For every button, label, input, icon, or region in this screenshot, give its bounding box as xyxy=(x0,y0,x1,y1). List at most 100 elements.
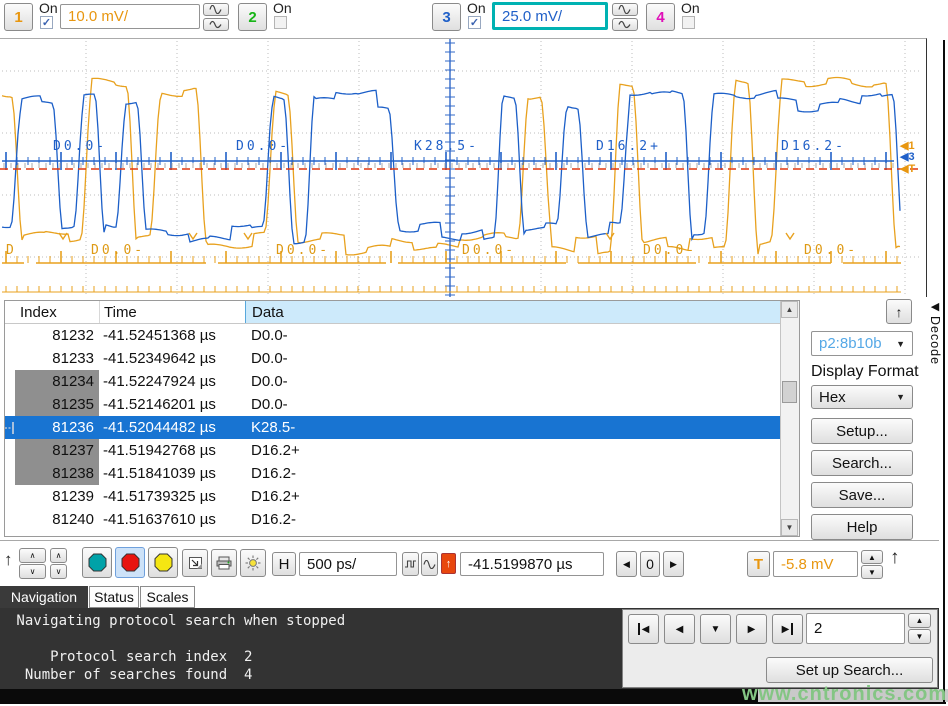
marker-T[interactable]: ◀T xyxy=(900,162,915,175)
stop-button[interactable] xyxy=(115,547,145,578)
window-right-border xyxy=(943,40,945,704)
setup-button[interactable]: Setup... xyxy=(811,418,913,444)
table-row[interactable]: 81237-41.51942768 µsD16.2+ xyxy=(5,439,783,462)
timebase-field[interactable]: 500 ps/ xyxy=(299,552,397,576)
table-row[interactable]: 81240-41.51637610 µsD16.2- xyxy=(5,508,783,531)
tab-status[interactable]: Status xyxy=(89,586,139,608)
cell-data: D16.2+ xyxy=(245,442,783,459)
nav-previous-icon[interactable]: ◀ xyxy=(664,614,695,644)
level-down-icon[interactable]: ▼ xyxy=(861,565,883,579)
search-button[interactable]: Search... xyxy=(811,450,913,476)
channel-1-scale-field[interactable]: 10.0 mV/ xyxy=(60,4,200,29)
decode-label-orange: D0.0- xyxy=(804,243,858,258)
channel-1-coupling-dc-icon[interactable] xyxy=(203,18,229,31)
channel-3-coupling-dc-icon[interactable] xyxy=(612,18,638,31)
search-index-field[interactable]: 2 xyxy=(806,613,905,644)
nav-last-icon[interactable]: ▶ xyxy=(772,614,803,644)
listing-header: Index Time Data xyxy=(5,301,799,324)
row-marker-icon xyxy=(5,439,15,462)
save-button[interactable]: Save... xyxy=(811,482,913,508)
channel-2-on-label: On xyxy=(273,0,292,16)
brightness-button[interactable] xyxy=(240,549,266,577)
channel-1-button[interactable]: 1 xyxy=(4,3,33,31)
table-row[interactable]: 81232-41.52451368 µsD0.0- xyxy=(5,324,783,347)
decode-tab-arrow-icon: ◀ xyxy=(931,300,939,313)
trigger-position-icon[interactable]: ↑ xyxy=(441,553,456,574)
decode-label-orange: D0.0- xyxy=(91,243,145,258)
trigger-level-field[interactable]: -5.8 mV xyxy=(773,551,858,577)
sine-waveform-icon[interactable] xyxy=(421,552,438,576)
table-row[interactable]: 81234-41.52247924 µsD0.0- xyxy=(5,370,783,393)
channel-2-button[interactable]: 2 xyxy=(238,3,267,31)
listing-body: 81232-41.52451368 µsD0.0-81233-41.523496… xyxy=(5,324,799,531)
channel-1-coupling-ac-icon[interactable] xyxy=(203,3,229,16)
chevron-down-icon: ▼ xyxy=(896,392,905,402)
tab-decode[interactable]: ◀ Decode xyxy=(928,300,942,365)
scale-up-icon[interactable]: ∧ xyxy=(19,548,46,563)
display-format-dropdown[interactable]: Hex ▼ xyxy=(811,385,913,409)
horizontal-position-field[interactable]: -41.5199870 µs xyxy=(460,552,604,576)
offset-up-icon[interactable]: ∧ xyxy=(50,548,67,563)
table-row[interactable]: 81235-41.52146201 µsD0.0- xyxy=(5,393,783,416)
print-button[interactable] xyxy=(211,549,237,577)
channel-3-coupling-buttons xyxy=(612,3,638,33)
collapse-panel-up-icon[interactable]: ↑ xyxy=(886,299,912,324)
search-nav-buttons: ◀◀▼▶▶ xyxy=(628,614,803,644)
cell-data: D0.0- xyxy=(245,350,783,367)
horizontal-button[interactable]: H xyxy=(272,552,296,576)
row-marker-icon xyxy=(5,485,15,508)
column-header-time[interactable]: Time xyxy=(99,301,245,323)
scale-down-icon[interactable]: ∨ xyxy=(19,564,46,579)
scrollbar-thumb[interactable] xyxy=(782,381,797,403)
touch-screen-button[interactable] xyxy=(182,549,208,577)
decode-label-orange: D0.0- xyxy=(462,243,516,258)
decode-label-orange: D0.0- xyxy=(276,243,330,258)
channel-3-on-checkbox[interactable]: ✓ xyxy=(468,16,481,29)
scrollbar-up-icon[interactable]: ▲ xyxy=(781,301,798,318)
table-row[interactable]: 81236-41.52044482 µsK28.5- xyxy=(5,416,783,439)
zoom-waveform-icon[interactable] xyxy=(402,552,419,576)
table-row[interactable]: 81239-41.51739325 µsD16.2+ xyxy=(5,485,783,508)
channel-3-scale-field[interactable]: 25.0 mV/ xyxy=(492,2,608,30)
scrollbar-down-icon[interactable]: ▼ xyxy=(781,519,798,536)
channel-3-button[interactable]: 3 xyxy=(432,3,461,31)
pan-left-icon[interactable]: ◀ xyxy=(616,551,637,577)
run-button[interactable] xyxy=(82,547,112,578)
trigger-slope-rising-icon[interactable]: ↑ xyxy=(890,547,900,569)
decode-panel-buttons: Setup... Search... Save... Help xyxy=(811,418,913,546)
tab-navigation[interactable]: Navigation xyxy=(0,586,88,608)
pan-right-icon[interactable]: ▶ xyxy=(663,551,684,577)
trigger-button[interactable]: T xyxy=(747,551,770,577)
channel-4-on-checkbox[interactable] xyxy=(682,16,695,29)
cell-data: D16.2- xyxy=(245,465,783,482)
waveform-display[interactable]: D0.0-D0.0-K28.5-D16.2+D16.2- DD0.0-D0.0-… xyxy=(0,38,927,297)
navigation-message: Navigating protocol search when stopped … xyxy=(8,612,345,684)
channel-4-button[interactable]: 4 xyxy=(646,3,675,31)
set-up-search-button[interactable]: Set up Search... xyxy=(766,657,933,683)
level-up-icon[interactable]: ▲ xyxy=(861,550,883,564)
bus-selector-dropdown[interactable]: p2:8b10b ▼ xyxy=(811,331,913,356)
single-button[interactable] xyxy=(148,547,178,578)
cell-data: D0.0- xyxy=(245,396,783,413)
cell-index: 81238 xyxy=(15,462,99,485)
index-up-icon[interactable]: ▲ xyxy=(908,613,931,628)
listing-scrollbar[interactable]: ▲ ▼ xyxy=(780,301,799,536)
column-header-data[interactable]: Data xyxy=(245,301,781,323)
help-button[interactable]: Help xyxy=(811,514,913,540)
channel-1-on-checkbox[interactable]: ✓ xyxy=(40,16,53,29)
column-header-index[interactable]: Index xyxy=(15,304,99,321)
cell-time: -41.52349642 µs xyxy=(99,350,245,367)
table-row[interactable]: 81238-41.51841039 µsD16.2- xyxy=(5,462,783,485)
nav-first-icon[interactable]: ◀ xyxy=(628,614,659,644)
row-marker-icon xyxy=(5,416,15,439)
offset-down-icon[interactable]: ∨ xyxy=(50,564,67,579)
channel-3-coupling-ac-icon[interactable] xyxy=(612,3,638,16)
tab-scales[interactable]: Scales xyxy=(140,586,195,608)
channel-2-on-checkbox[interactable] xyxy=(274,16,287,29)
table-row[interactable]: 81233-41.52349642 µsD0.0- xyxy=(5,347,783,370)
center-zero-button[interactable]: 0 xyxy=(640,551,660,577)
watermark: www.cntronics.com xyxy=(742,683,947,706)
index-down-icon[interactable]: ▼ xyxy=(908,629,931,644)
nav-next-icon[interactable]: ▶ xyxy=(736,614,767,644)
nav-down-icon[interactable]: ▼ xyxy=(700,614,731,644)
